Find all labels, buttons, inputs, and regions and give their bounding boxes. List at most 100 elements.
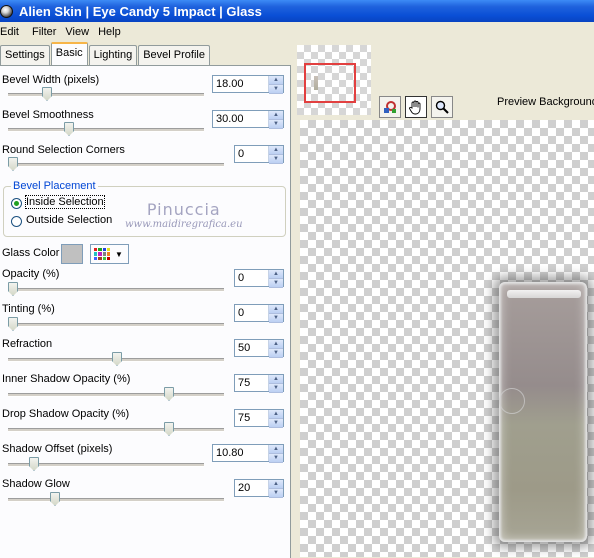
spin-up-icon[interactable]: ▲	[269, 270, 283, 279]
zoom-tool-button[interactable]	[431, 96, 453, 118]
zoom-icon	[435, 100, 449, 114]
inner-shadow-spinner[interactable]: 75 ▲ ▼	[234, 374, 284, 393]
navigator-icon	[384, 101, 396, 113]
bevel-width-value[interactable]: 18.00	[213, 76, 268, 92]
tab-bevel-profile[interactable]: Bevel Profile	[138, 45, 210, 65]
shadow-glow-thumb[interactable]	[50, 492, 60, 506]
inner-shadow-slider[interactable]	[8, 387, 224, 401]
menu-view[interactable]: View	[65, 26, 95, 38]
tinting-slider[interactable]	[8, 317, 224, 331]
spin-up-icon[interactable]: ▲	[269, 111, 283, 120]
spin-up-icon[interactable]: ▲	[269, 445, 283, 454]
spin-down-icon[interactable]: ▼	[269, 120, 283, 129]
refraction-value[interactable]: 50	[235, 340, 268, 356]
refraction-slider[interactable]	[8, 352, 224, 366]
spin-down-icon[interactable]: ▼	[269, 314, 283, 323]
drop-shadow-spinner[interactable]: 75 ▲ ▼	[234, 409, 284, 428]
spin-up-icon[interactable]: ▲	[269, 146, 283, 155]
glass-reflection	[499, 388, 525, 414]
watermark-url: www.maidiregrafica.eu	[125, 219, 243, 230]
tab-basic[interactable]: Basic	[50, 42, 88, 66]
title-bar: Alien Skin | Eye Candy 5 Impact | Glass	[0, 0, 594, 22]
drop-shadow-slider[interactable]	[8, 422, 224, 436]
chevron-down-icon[interactable]: ▼	[115, 250, 123, 259]
refraction-thumb[interactable]	[112, 352, 122, 366]
drop-shadow-thumb[interactable]	[164, 422, 174, 436]
tinting-thumb[interactable]	[8, 317, 18, 331]
inner-shadow-value[interactable]: 75	[235, 375, 268, 391]
tab-strip: Settings Basic Lighting Bevel Profile	[0, 42, 211, 66]
round-corners-thumb[interactable]	[8, 157, 18, 171]
tinting-label: Tinting (%)	[2, 303, 55, 315]
glass-color-label: Glass Color	[2, 247, 60, 259]
spin-down-icon[interactable]: ▼	[269, 489, 283, 498]
glass-highlight	[507, 290, 581, 298]
menu-edit[interactable]: Edit	[0, 26, 25, 38]
shadow-glow-value[interactable]: 20	[235, 480, 268, 496]
spin-down-icon[interactable]: ▼	[269, 419, 283, 428]
spin-up-icon[interactable]: ▲	[269, 480, 283, 489]
shadow-offset-spinner[interactable]: 10.80 ▲ ▼	[212, 444, 284, 463]
bevel-placement-legend: Bevel Placement	[11, 180, 98, 192]
glass-color-swatch[interactable]	[61, 244, 83, 264]
bevel-width-slider[interactable]	[8, 87, 204, 101]
shadow-glow-spinner[interactable]: 20 ▲ ▼	[234, 479, 284, 498]
refraction-label: Refraction	[2, 338, 53, 350]
tinting-value[interactable]: 0	[235, 305, 268, 321]
bevel-width-thumb[interactable]	[42, 87, 52, 101]
preview-canvas[interactable]	[300, 120, 594, 557]
bevel-smoothness-thumb[interactable]	[64, 122, 74, 136]
spin-down-icon[interactable]: ▼	[269, 279, 283, 288]
menu-help[interactable]: Help	[98, 26, 127, 38]
refraction-spinner[interactable]: 50 ▲ ▼	[234, 339, 284, 358]
inside-selection-radio[interactable]	[11, 198, 22, 209]
window-title: Alien Skin | Eye Candy 5 Impact | Glass	[19, 3, 262, 19]
outside-selection-label[interactable]: Outside Selection	[26, 214, 112, 226]
bevel-width-label: Bevel Width (pixels)	[2, 74, 100, 86]
round-corners-spinner[interactable]: 0 ▲ ▼	[234, 145, 284, 164]
opacity-thumb[interactable]	[8, 282, 18, 296]
shadow-offset-value[interactable]: 10.80	[213, 445, 268, 461]
round-corners-value[interactable]: 0	[235, 146, 268, 162]
bevel-smoothness-slider[interactable]	[8, 122, 204, 136]
spin-up-icon[interactable]: ▲	[269, 375, 283, 384]
inside-selection-label[interactable]: Inside Selection	[25, 195, 105, 209]
navigator-button[interactable]	[379, 96, 401, 118]
opacity-label: Opacity (%)	[2, 268, 60, 280]
bevel-smoothness-spinner[interactable]: 30.00 ▲ ▼	[212, 110, 284, 129]
watermark-name: Pinuccia	[146, 200, 221, 219]
navigator-rect[interactable]	[304, 63, 356, 103]
shadow-offset-label: Shadow Offset (pixels)	[2, 443, 113, 455]
spin-up-icon[interactable]: ▲	[269, 340, 283, 349]
spin-up-icon[interactable]: ▲	[269, 305, 283, 314]
hand-tool-button[interactable]	[405, 96, 427, 118]
spin-down-icon[interactable]: ▼	[269, 155, 283, 164]
spin-down-icon[interactable]: ▼	[269, 349, 283, 358]
spin-up-icon[interactable]: ▲	[269, 410, 283, 419]
tinting-spinner[interactable]: 0 ▲ ▼	[234, 304, 284, 323]
tab-lighting[interactable]: Lighting	[88, 45, 138, 65]
drop-shadow-value[interactable]: 75	[235, 410, 268, 426]
menu-filter[interactable]: Filter	[32, 26, 62, 38]
spin-down-icon[interactable]: ▼	[269, 384, 283, 393]
bevel-smoothness-value[interactable]: 30.00	[213, 111, 268, 127]
inner-shadow-thumb[interactable]	[164, 387, 174, 401]
glass-effect-object	[499, 282, 587, 542]
preview-area: Preview Background	[291, 45, 594, 557]
opacity-slider[interactable]	[8, 282, 224, 296]
outside-selection-radio[interactable]	[11, 216, 22, 227]
bevel-width-spinner[interactable]: 18.00 ▲ ▼	[212, 75, 284, 94]
menu-bar: Edit Filter View Help	[0, 22, 594, 42]
opacity-value[interactable]: 0	[235, 270, 268, 286]
shadow-glow-slider[interactable]	[8, 492, 224, 506]
spin-up-icon[interactable]: ▲	[269, 76, 283, 85]
tab-settings[interactable]: Settings	[0, 45, 50, 65]
shadow-offset-thumb[interactable]	[29, 457, 39, 471]
color-picker-dropdown[interactable]: ▼	[90, 244, 129, 264]
navigator-thumbnail[interactable]	[297, 45, 371, 115]
opacity-spinner[interactable]: 0 ▲ ▼	[234, 269, 284, 288]
spin-down-icon[interactable]: ▼	[269, 454, 283, 463]
round-corners-slider[interactable]	[8, 157, 224, 171]
spin-down-icon[interactable]: ▼	[269, 85, 283, 94]
shadow-offset-slider[interactable]	[8, 457, 204, 471]
